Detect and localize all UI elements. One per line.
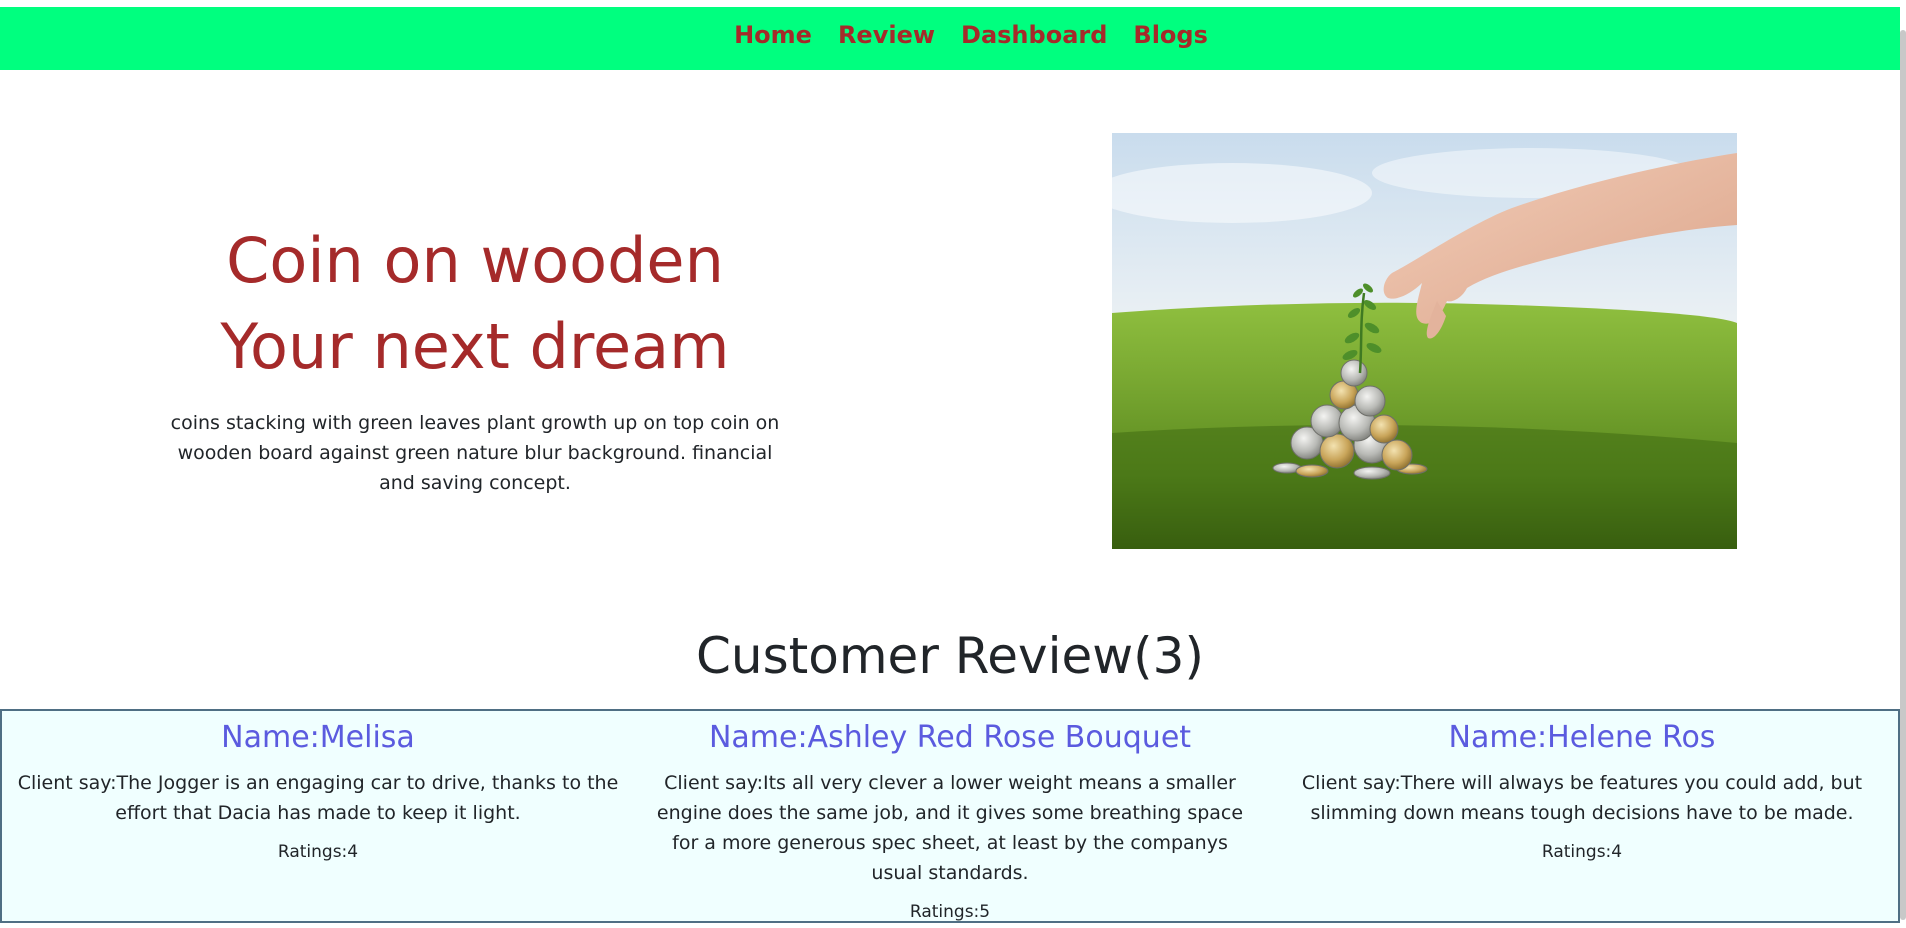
nav-links: Home Review Dashboard Blogs xyxy=(734,17,1208,53)
hero-text-block: Coin on wooden Your next dream coins sta… xyxy=(170,218,780,498)
review-card: Name:Ashley Red Rose Bouquet Client say:… xyxy=(634,711,1266,922)
review-rating: Ratings:4 xyxy=(277,842,359,862)
reviews-container: Name:Melisa Client say:The Jogger is an … xyxy=(0,709,1900,923)
hero-title: Coin on wooden Your next dream xyxy=(170,218,780,390)
hero-section: Coin on wooden Your next dream coins sta… xyxy=(0,70,1900,600)
review-name: Name:Helene Ros xyxy=(1448,720,1716,755)
review-card: Name:Helene Ros Client say:There will al… xyxy=(1266,711,1898,921)
review-text: Client say:The Jogger is an engaging car… xyxy=(17,772,619,824)
hero-title-line-1: Coin on wooden xyxy=(226,224,724,297)
hero-description: coins stacking with green leaves plant g… xyxy=(170,412,780,494)
review-card: Name:Melisa Client say:The Jogger is an … xyxy=(2,711,634,921)
hero-image-illustration xyxy=(1112,133,1737,549)
review-rating: Ratings:5 xyxy=(909,902,991,922)
review-name: Name:Melisa xyxy=(221,720,415,755)
customer-review-heading: Customer Review(3) xyxy=(696,627,1204,685)
nav-link-blogs[interactable]: Blogs xyxy=(1133,17,1207,53)
hero-title-line-2: Your next dream xyxy=(220,310,730,383)
vertical-scrollbar[interactable] xyxy=(1900,0,1906,928)
nav-link-home[interactable]: Home xyxy=(734,17,812,53)
scrollbar-thumb[interactable] xyxy=(1900,30,1906,920)
page: Home Review Dashboard Blogs Coin on wood… xyxy=(0,0,1906,928)
review-rating: Ratings:4 xyxy=(1541,842,1623,862)
review-text: Client say:There will always be features… xyxy=(1301,772,1863,824)
review-name: Name:Ashley Red Rose Bouquet xyxy=(708,720,1192,755)
nav-link-review[interactable]: Review xyxy=(838,17,935,53)
nav-link-dashboard[interactable]: Dashboard xyxy=(961,17,1107,53)
hero-image-coins-plant xyxy=(1112,133,1737,549)
review-text: Client say:Its all very clever a lower w… xyxy=(656,772,1244,884)
top-navbar: Home Review Dashboard Blogs xyxy=(0,7,1900,70)
